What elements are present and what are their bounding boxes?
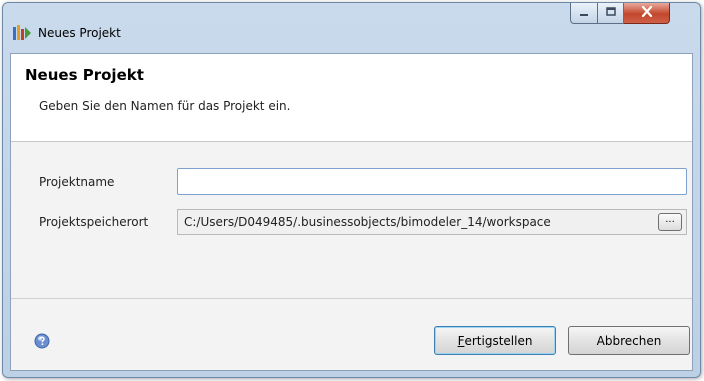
project-name-input[interactable] — [177, 168, 687, 195]
button-bar-separator — [11, 298, 692, 299]
cancel-button[interactable]: Abbrechen — [568, 326, 690, 355]
close-button[interactable] — [624, 3, 670, 24]
browse-button[interactable]: ... — [658, 213, 682, 231]
caption-buttons — [570, 3, 696, 24]
window-title: Neues Projekt — [38, 26, 121, 40]
dialog-window: Neues Projekt Neues Projekt Geben Sie de… — [2, 2, 701, 378]
project-location-value: C:/Users/D049485/.businessobjects/bimode… — [184, 215, 551, 229]
minimize-button[interactable] — [570, 3, 597, 24]
dialog-banner: Neues Projekt Geben Sie den Namen für da… — [11, 54, 692, 142]
maximize-icon — [605, 6, 616, 20]
help-icon[interactable] — [34, 333, 50, 349]
minimize-icon — [579, 6, 589, 20]
maximize-button[interactable] — [597, 3, 624, 24]
project-location-field: C:/Users/D049485/.businessobjects/bimode… — [177, 209, 687, 235]
close-icon — [641, 5, 653, 20]
app-icon — [12, 24, 32, 42]
dialog-content: Neues Projekt Geben Sie den Namen für da… — [10, 53, 693, 371]
finish-button[interactable]: Fertigstellen — [434, 326, 556, 355]
banner-description: Geben Sie den Namen für das Projekt ein. — [39, 99, 291, 113]
finish-mnemonic: F — [457, 333, 465, 348]
banner-title: Neues Projekt — [25, 66, 144, 84]
project-name-label: Projektname — [39, 175, 115, 189]
title-bar[interactable]: Neues Projekt — [3, 3, 700, 53]
finish-label: ertigstellen — [464, 333, 533, 348]
project-location-label: Projektspeicherort — [39, 215, 149, 229]
